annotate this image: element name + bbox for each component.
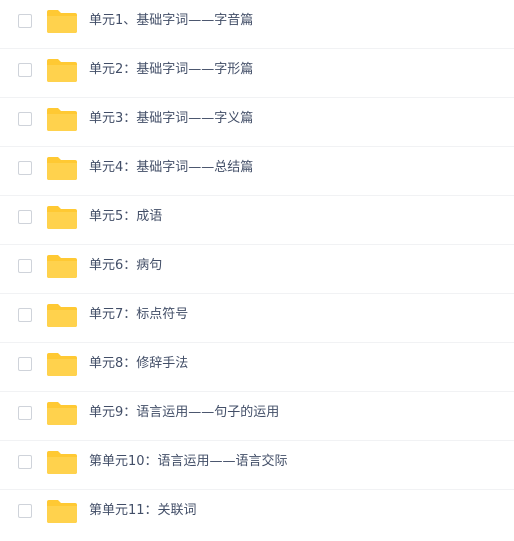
row-checkbox[interactable]: [18, 406, 32, 420]
folder-icon: [47, 450, 77, 474]
list-item[interactable]: 第单元11：关联词: [0, 490, 514, 539]
row-checkbox[interactable]: [18, 63, 32, 77]
folder-icon: [47, 58, 77, 82]
folder-icon: [47, 303, 77, 327]
folder-name[interactable]: 单元2：基础字词——字形篇: [89, 61, 253, 79]
folder-icon: [47, 107, 77, 131]
folder-name[interactable]: 单元8：修辞手法: [89, 355, 188, 373]
folder-name[interactable]: 单元1、基础字词——字音篇: [89, 12, 253, 30]
list-item[interactable]: 单元6：病句: [0, 245, 514, 294]
folder-name[interactable]: 第单元11：关联词: [89, 502, 197, 520]
folder-name[interactable]: 单元9：语言运用——句子的运用: [89, 404, 279, 422]
file-list: 单元1、基础字词——字音篇 单元2：基础字词——字形篇 单元3：基础字词——字义…: [0, 0, 514, 541]
list-item[interactable]: 单元3：基础字词——字义篇: [0, 98, 514, 147]
row-checkbox[interactable]: [18, 112, 32, 126]
folder-icon: [47, 205, 77, 229]
list-item[interactable]: 单元1、基础字词——字音篇: [0, 0, 514, 49]
list-item[interactable]: 单元4：基础字词——总结篇: [0, 147, 514, 196]
folder-name[interactable]: 单元3：基础字词——字义篇: [89, 110, 253, 128]
folder-name[interactable]: 单元5：成语: [89, 208, 162, 226]
row-checkbox[interactable]: [18, 259, 32, 273]
list-item[interactable]: 单元8：修辞手法: [0, 343, 514, 392]
list-item[interactable]: 单元5：成语: [0, 196, 514, 245]
list-item[interactable]: 单元2：基础字词——字形篇: [0, 49, 514, 98]
list-item[interactable]: 第单元10：语言运用——语言交际: [0, 441, 514, 490]
row-checkbox[interactable]: [18, 455, 32, 469]
folder-icon: [47, 401, 77, 425]
folder-icon: [47, 156, 77, 180]
folder-icon: [47, 352, 77, 376]
row-checkbox[interactable]: [18, 161, 32, 175]
list-item[interactable]: 单元7：标点符号: [0, 294, 514, 343]
folder-name[interactable]: 第单元10：语言运用——语言交际: [89, 453, 288, 471]
folder-icon: [47, 9, 77, 33]
folder-name[interactable]: 单元6：病句: [89, 257, 162, 275]
row-checkbox[interactable]: [18, 357, 32, 371]
row-checkbox[interactable]: [18, 14, 32, 28]
row-checkbox[interactable]: [18, 210, 32, 224]
folder-icon: [47, 254, 77, 278]
list-item[interactable]: 单元9：语言运用——句子的运用: [0, 392, 514, 441]
folder-name[interactable]: 单元4：基础字词——总结篇: [89, 159, 253, 177]
row-checkbox[interactable]: [18, 308, 32, 322]
row-checkbox[interactable]: [18, 504, 32, 518]
folder-name[interactable]: 单元7：标点符号: [89, 306, 188, 324]
folder-icon: [47, 499, 77, 523]
